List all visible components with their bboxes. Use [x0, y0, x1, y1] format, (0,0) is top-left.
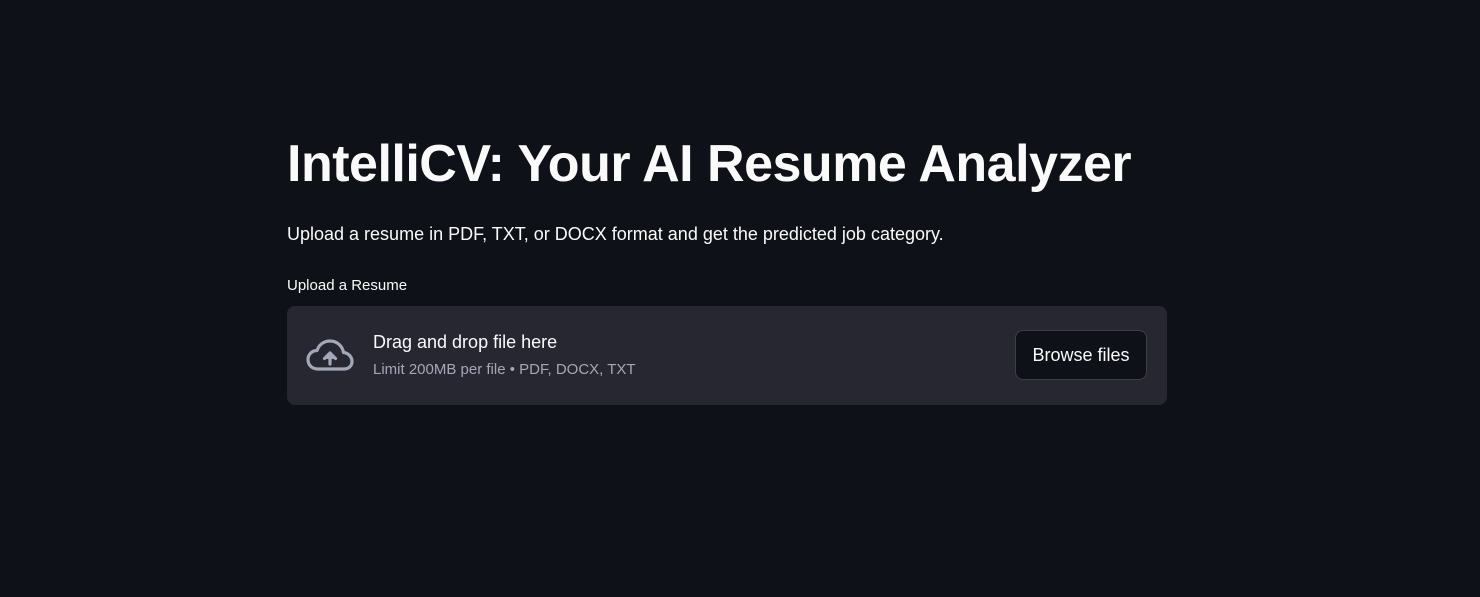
browse-files-button[interactable]: Browse files	[1015, 330, 1147, 380]
file-dropzone[interactable]: Drag and drop file here Limit 200MB per …	[287, 306, 1167, 405]
dropzone-title: Drag and drop file here	[373, 332, 558, 352]
dropzone-instructions: Drag and drop file here Limit 200MB per …	[373, 330, 636, 379]
uploader-label: Upload a Resume	[287, 277, 408, 294]
dropzone-limit-hint: Limit 200MB per file • PDF, DOCX, TXT	[373, 361, 636, 378]
cloud-upload-icon	[306, 339, 354, 373]
page-title: IntelliCV: Your AI Resume Analyzer	[287, 135, 1132, 193]
page-subtitle: Upload a resume in PDF, TXT, or DOCX for…	[287, 224, 944, 244]
